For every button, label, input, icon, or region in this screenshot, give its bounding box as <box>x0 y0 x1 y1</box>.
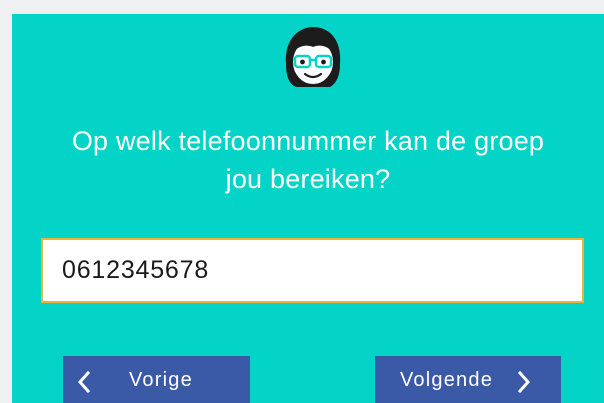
chevron-right-icon <box>517 371 531 393</box>
next-button-label: Volgende <box>400 369 494 391</box>
next-button[interactable]: Volgende <box>375 356 561 403</box>
chevron-left-icon <box>77 371 91 393</box>
question-line-2: jou bereiken? <box>225 164 391 194</box>
question-text: Op welk telefoonnummer kan de groep jou … <box>12 122 604 198</box>
previous-button[interactable]: Vorige <box>63 356 250 403</box>
question-line-1: Op welk telefoonnummer kan de groep <box>71 126 545 156</box>
form-panel: Op welk telefoonnummer kan de groep jou … <box>12 14 604 403</box>
avatar-icon <box>285 27 341 87</box>
phone-number-input[interactable] <box>41 238 584 303</box>
previous-button-label: Vorige <box>129 369 193 391</box>
